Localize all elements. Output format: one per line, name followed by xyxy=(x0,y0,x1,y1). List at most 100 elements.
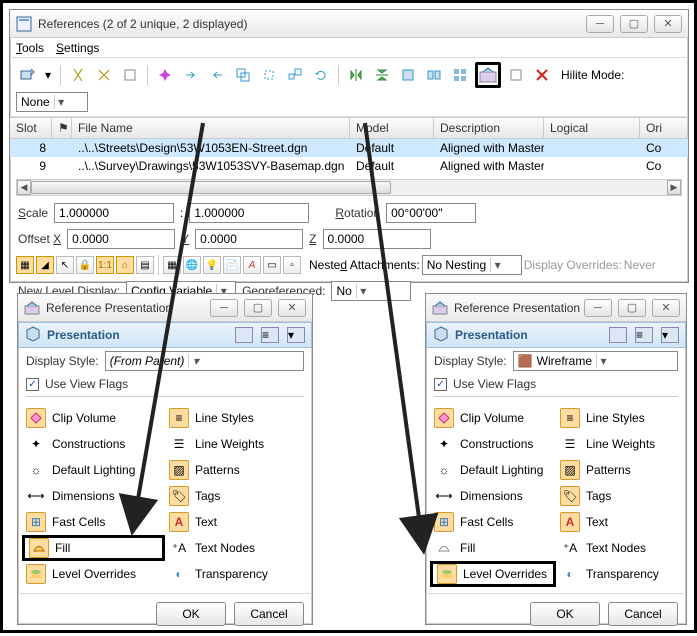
item-level-overrides[interactable]: Level Overrides xyxy=(22,561,165,587)
world-icon[interactable]: 🌐 xyxy=(183,256,201,274)
clip-cut-icon[interactable] xyxy=(93,64,115,86)
toggle-snap-icon[interactable]: ◢ xyxy=(36,256,54,274)
display-style-select[interactable]: 🟫Wireframe▾ xyxy=(513,351,678,371)
item-tags[interactable]: 🏷Tags xyxy=(556,483,682,509)
offset-x-input[interactable] xyxy=(67,229,175,249)
item-transparency[interactable]: ◐Transparency xyxy=(556,561,682,587)
titlebar[interactable]: Reference Presentation ─▢✕ xyxy=(426,294,686,322)
fold-icon[interactable] xyxy=(397,64,419,86)
hilite-mode-select[interactable]: None▾ xyxy=(16,92,88,112)
display-style-select[interactable]: (From Parent)▾ xyxy=(105,351,304,371)
col-model[interactable]: Model xyxy=(350,118,434,138)
copy-icon[interactable] xyxy=(232,64,254,86)
toggle-b-icon[interactable]: ⌂ xyxy=(116,256,134,274)
toggle-display-icon[interactable]: ▦ xyxy=(16,256,34,274)
toggle-c-icon[interactable]: ▤ xyxy=(136,256,154,274)
scale-input-1[interactable] xyxy=(54,203,174,223)
toggle-locate-icon[interactable]: ↖ xyxy=(56,256,74,274)
presentation-icon[interactable] xyxy=(475,62,501,88)
chevron-down-icon[interactable]: ▾ xyxy=(287,327,305,343)
doc-icon[interactable]: 📄 xyxy=(223,256,241,274)
menu-settings[interactable]: Settings xyxy=(56,41,99,55)
view-list-icon[interactable]: ≡ xyxy=(635,327,653,343)
attach-icon[interactable] xyxy=(16,64,38,86)
close-button[interactable]: ✕ xyxy=(278,299,306,317)
item-fill[interactable]: Fill xyxy=(430,535,556,561)
item-fast-cells[interactable]: ⊞Fast Cells xyxy=(430,509,556,535)
bulb-icon[interactable]: 💡 xyxy=(203,256,221,274)
sheet-icon[interactable]: ▭ xyxy=(263,256,281,274)
mirror-h-icon[interactable] xyxy=(345,64,367,86)
col-filename[interactable]: File Name xyxy=(72,118,350,138)
maximize-button[interactable]: ▢ xyxy=(244,299,272,317)
view-list-icon[interactable]: ≡ xyxy=(261,327,279,343)
rotation-input[interactable] xyxy=(386,203,476,223)
item-constructions[interactable]: ✦Constructions xyxy=(430,431,556,457)
item-clip-volume[interactable]: Clip Volume xyxy=(22,405,165,431)
item-transparency[interactable]: ◐Transparency xyxy=(165,561,308,587)
item-line-weights[interactable]: ☰Line Weights xyxy=(165,431,308,457)
scroll-thumb[interactable] xyxy=(31,181,391,194)
use-view-flags-checkbox[interactable]: ✓ xyxy=(434,378,447,391)
close-button[interactable]: ✕ xyxy=(654,15,682,33)
item-level-overrides[interactable]: Level Overrides xyxy=(430,561,556,587)
item-patterns[interactable]: ▨Patterns xyxy=(165,457,308,483)
merge-icon[interactable] xyxy=(423,64,445,86)
minimize-button[interactable]: ─ xyxy=(210,299,238,317)
offset-z-input[interactable] xyxy=(323,229,431,249)
scroll-right-icon[interactable]: ▶ xyxy=(667,180,681,195)
clip-mask-icon[interactable] xyxy=(119,64,141,86)
col-logical[interactable]: Logical xyxy=(544,118,640,138)
layer-icon[interactable]: ▦ xyxy=(163,256,181,274)
table-row[interactable]: 9 ..\..\Survey\Drawings\53W1053SVY-Basem… xyxy=(10,157,688,175)
item-fast-cells[interactable]: ⊞Fast Cells xyxy=(22,509,165,535)
item-tags[interactable]: 🏷Tags xyxy=(165,483,308,509)
offset-y-input[interactable] xyxy=(195,229,303,249)
sparkle-icon[interactable] xyxy=(154,64,176,86)
arrow-left-icon[interactable] xyxy=(206,64,228,86)
nested-select[interactable]: No Nesting▾ xyxy=(422,255,522,275)
minimize-button[interactable]: ─ xyxy=(584,299,612,317)
item-patterns[interactable]: ▨Patterns xyxy=(556,457,682,483)
use-view-flags-checkbox[interactable]: ✓ xyxy=(26,378,39,391)
ok-button[interactable]: OK xyxy=(156,602,226,626)
item-default-lighting[interactable]: ☼Default Lighting xyxy=(22,457,165,483)
item-line-styles[interactable]: ≡Line Styles xyxy=(165,405,308,431)
font-icon[interactable]: A xyxy=(243,256,261,274)
col-ori[interactable]: Ori xyxy=(640,118,688,138)
rotate-icon[interactable] xyxy=(310,64,332,86)
ok-button[interactable]: OK xyxy=(530,602,600,626)
move-icon[interactable] xyxy=(258,64,280,86)
item-fill[interactable]: Fill xyxy=(22,535,165,561)
table-row[interactable]: 8 ..\..\Streets\Design\53W1053EN-Street.… xyxy=(10,139,688,157)
cancel-button[interactable]: Cancel xyxy=(234,602,304,626)
item-text[interactable]: AText xyxy=(556,509,682,535)
delete-icon[interactable] xyxy=(531,64,553,86)
minimize-button[interactable]: ─ xyxy=(586,15,614,33)
georeferenced-select[interactable]: No▾ xyxy=(331,281,411,301)
col-slot[interactable]: Slot xyxy=(10,118,52,138)
clip-icon[interactable] xyxy=(67,64,89,86)
scale-icon[interactable] xyxy=(284,64,306,86)
mirror-v-icon[interactable] xyxy=(371,64,393,86)
item-line-styles[interactable]: ≡Line Styles xyxy=(556,405,682,431)
item-clip-volume[interactable]: Clip Volume xyxy=(430,405,556,431)
item-constructions[interactable]: ✦Constructions xyxy=(22,431,165,457)
item-text-nodes[interactable]: ⁺AText Nodes xyxy=(165,535,308,561)
view-grid-icon[interactable] xyxy=(609,327,627,343)
detach-icon[interactable] xyxy=(505,64,527,86)
arrow-right-icon[interactable] xyxy=(180,64,202,86)
item-dimensions[interactable]: ⟷Dimensions xyxy=(22,483,165,509)
item-text-nodes[interactable]: ⁺AText Nodes xyxy=(556,535,682,561)
toggle-a-icon[interactable]: 1:1 xyxy=(96,256,114,274)
titlebar[interactable]: Reference Presentation ─▢✕ xyxy=(18,294,312,322)
scroll-left-icon[interactable]: ◀ xyxy=(17,180,31,195)
toggle-lock-icon[interactable]: 🔒 xyxy=(76,256,94,274)
view-grid-icon[interactable] xyxy=(235,327,253,343)
maximize-button[interactable]: ▢ xyxy=(618,299,646,317)
horizontal-scrollbar[interactable]: ◀ ▶ xyxy=(16,179,682,196)
close-button[interactable]: ✕ xyxy=(652,299,680,317)
chevron-down-icon[interactable]: ▾ xyxy=(661,327,679,343)
grid-icon[interactable] xyxy=(449,64,471,86)
item-text[interactable]: AText xyxy=(165,509,308,535)
